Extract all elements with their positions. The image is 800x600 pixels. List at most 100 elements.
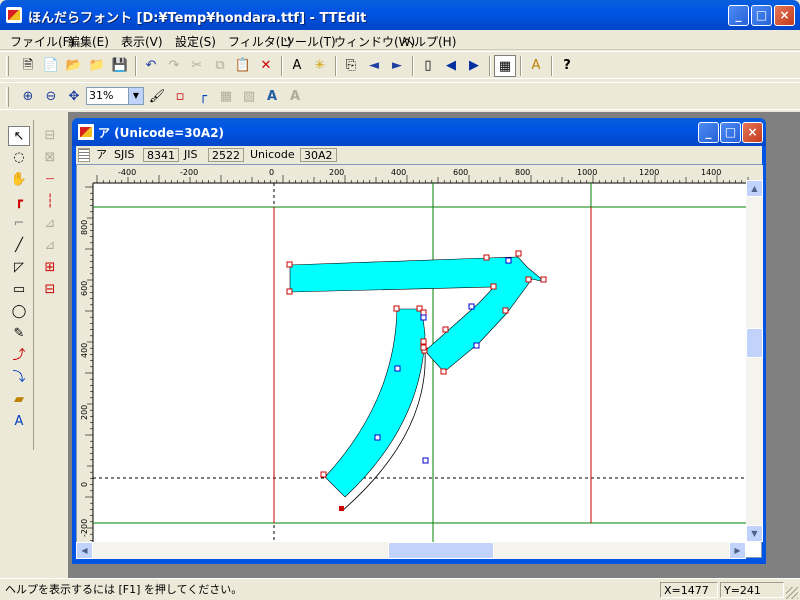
tool-palette: ↖ ◌ ✋ ┏ ⌐ ╱ ◸ ▭ ◯ ✎ ⤴ ⤵ ▰ A ⊟ ⊠ ┈ ┆ ⊿ ⊿ …: [4, 120, 66, 576]
point-tool-icon[interactable]: ┏: [8, 192, 30, 212]
selected-point[interactable]: [339, 506, 344, 511]
ruler-label-h-1000: 1000: [577, 168, 597, 177]
hand-tool-icon[interactable]: ✋: [8, 170, 30, 190]
toolbar-separator: [551, 56, 553, 76]
glyph-preview-icon[interactable]: A: [261, 86, 283, 108]
remove-point-tool-icon[interactable]: ⤵: [8, 368, 30, 388]
glyph-vertical-stroke[interactable]: [324, 308, 426, 498]
glyph-window-titlebar[interactable]: ア (Unicode=30A2) _ □ ×: [72, 118, 766, 146]
vertical-scrollbar[interactable]: ▲ ▼: [746, 180, 763, 542]
toolbar-grip[interactable]: [6, 56, 9, 76]
add-point-tool-icon[interactable]: ⤴: [8, 346, 30, 366]
pen-tool-icon[interactable]: ✎: [8, 324, 30, 344]
zoom-select[interactable]: 31% ▼: [86, 87, 144, 105]
new-font-icon[interactable]: 🗎: [17, 55, 39, 77]
guide-lines-icon[interactable]: ┌: [192, 86, 214, 108]
glyph-effect-icon[interactable]: ✳: [309, 55, 331, 77]
close-button[interactable]: ×: [774, 5, 795, 26]
ellipse-tool-icon[interactable]: ◯: [8, 302, 30, 322]
glyph-char: ア: [96, 148, 107, 161]
ruler-label-v-800: 800: [80, 220, 89, 235]
save-icon[interactable]: 💾: [109, 55, 131, 77]
undo-icon[interactable]: ↶: [140, 55, 162, 77]
scroll-up-icon[interactable]: ▲: [746, 180, 763, 197]
app-icon[interactable]: [6, 7, 22, 23]
next-glyph-icon[interactable]: ►: [386, 55, 408, 77]
status-help-text: ヘルプを表示するには [F1] を押してください。: [5, 583, 243, 596]
outline-preview-icon[interactable]: A: [284, 86, 306, 108]
glyph-properties-icon[interactable]: A: [286, 55, 308, 77]
status-x-coord: X=1477: [660, 582, 718, 598]
maximize-button[interactable]: □: [751, 5, 772, 26]
glyph-window-title: ア (Unicode=30A2): [98, 126, 225, 140]
glyph-list-icon[interactable]: ▦: [494, 55, 516, 77]
previous-glyph-icon[interactable]: ◄: [363, 55, 385, 77]
chevron-down-icon[interactable]: ▼: [128, 88, 143, 104]
menu-settings[interactable]: 設定(S): [171, 32, 220, 51]
line-tool-icon[interactable]: ╱: [8, 236, 30, 256]
toolbar-separator: [335, 56, 337, 76]
flip-tool-icon[interactable]: ⊟: [39, 126, 61, 146]
horizontal-scrollbar[interactable]: ◀ ▶: [76, 542, 746, 559]
delete-icon[interactable]: ✕: [255, 55, 277, 77]
ruler-label-h-neg400: -400: [118, 168, 136, 177]
glyph-editor-window: ア (Unicode=30A2) _ □ × ア SJIS 8341 JIS 2…: [72, 118, 766, 564]
flip-horizontal-icon[interactable]: ⊿: [39, 214, 61, 234]
glyph-canvas-svg[interactable]: -400 -200 0 200 400 600 800 1000 1200 14…: [77, 165, 763, 543]
page-previous-icon[interactable]: ◀: [440, 55, 462, 77]
open-recent-icon[interactable]: 📁: [86, 55, 108, 77]
eraser-tool-icon[interactable]: ▰: [8, 390, 30, 410]
scroll-right-icon[interactable]: ▶: [729, 542, 746, 559]
menu-view[interactable]: 表示(V): [117, 32, 167, 51]
paste-icon[interactable]: 📋: [232, 55, 254, 77]
polygon-tool-icon[interactable]: ◸: [8, 258, 30, 278]
zoom-out-icon[interactable]: ⊖: [40, 86, 62, 108]
new-file-icon[interactable]: 📄: [40, 55, 62, 77]
flip-vertical-icon[interactable]: ⊿: [39, 236, 61, 256]
vertical-scroll-thumb[interactable]: [746, 328, 763, 358]
background-image-icon[interactable]: ▧: [238, 86, 260, 108]
glyph-window-icon[interactable]: [78, 124, 94, 140]
import-glyph-icon[interactable]: ⎘: [340, 55, 362, 77]
help-icon[interactable]: ?: [556, 55, 578, 77]
minimize-button[interactable]: _: [728, 5, 749, 26]
corner-tool-icon[interactable]: ⌐: [8, 214, 30, 234]
scroll-left-icon[interactable]: ◀: [76, 542, 93, 559]
child-maximize-button[interactable]: □: [720, 122, 741, 143]
grid-icon[interactable]: ▦: [215, 86, 237, 108]
align-horizontal-icon[interactable]: ⊞: [39, 258, 61, 278]
horizontal-guide-icon[interactable]: ┈: [39, 170, 61, 190]
window-titlebar[interactable]: ほんだらフォント [D:¥Temp¥hondara.ttf] - TTEdit …: [0, 0, 800, 30]
align-vertical-icon[interactable]: ⊟: [39, 280, 61, 300]
glyph-canvas[interactable]: -400 -200 0 200 400 600 800 1000 1200 14…: [76, 164, 763, 558]
fit-window-icon[interactable]: ✥: [63, 86, 85, 108]
page-icon[interactable]: ▯: [417, 55, 439, 77]
glyph-info-bar: ア SJIS 8341 JIS 2522 Unicode 30A2: [76, 146, 762, 164]
cut-icon[interactable]: ✂: [186, 55, 208, 77]
child-minimize-button[interactable]: _: [698, 122, 719, 143]
redo-icon[interactable]: ↷: [163, 55, 185, 77]
rectangle-tool-icon[interactable]: ▭: [8, 280, 30, 300]
child-close-button[interactable]: ×: [742, 122, 763, 143]
font-info-icon[interactable]: A: [525, 55, 547, 77]
copy-icon[interactable]: ⧉: [209, 55, 231, 77]
zoom-in-icon[interactable]: ⊕: [17, 86, 39, 108]
ruler-label-h-600: 600: [453, 168, 468, 177]
show-points-icon[interactable]: ▫: [169, 86, 191, 108]
mirror-tool-icon[interactable]: ⊠: [39, 148, 61, 168]
page-next-icon[interactable]: ▶: [463, 55, 485, 77]
resize-grip-icon[interactable]: [786, 587, 798, 599]
scroll-down-icon[interactable]: ▼: [746, 525, 763, 542]
menu-edit[interactable]: 編集(E): [64, 32, 113, 51]
ruler-label-h-200: 200: [329, 168, 344, 177]
fill-icon[interactable]: 🖌: [146, 86, 168, 108]
vertical-guide-icon[interactable]: ┆: [39, 192, 61, 212]
open-folder-icon[interactable]: 📂: [63, 55, 85, 77]
toolbar-grip[interactable]: [6, 87, 9, 107]
text-tool-icon[interactable]: A: [8, 412, 30, 432]
horizontal-scroll-thumb[interactable]: [388, 542, 494, 559]
menu-help[interactable]: ヘルプ(H): [398, 32, 460, 51]
jis-label: JIS: [184, 148, 198, 161]
select-tool-icon[interactable]: ↖: [8, 126, 30, 146]
lasso-tool-icon[interactable]: ◌: [8, 148, 30, 168]
